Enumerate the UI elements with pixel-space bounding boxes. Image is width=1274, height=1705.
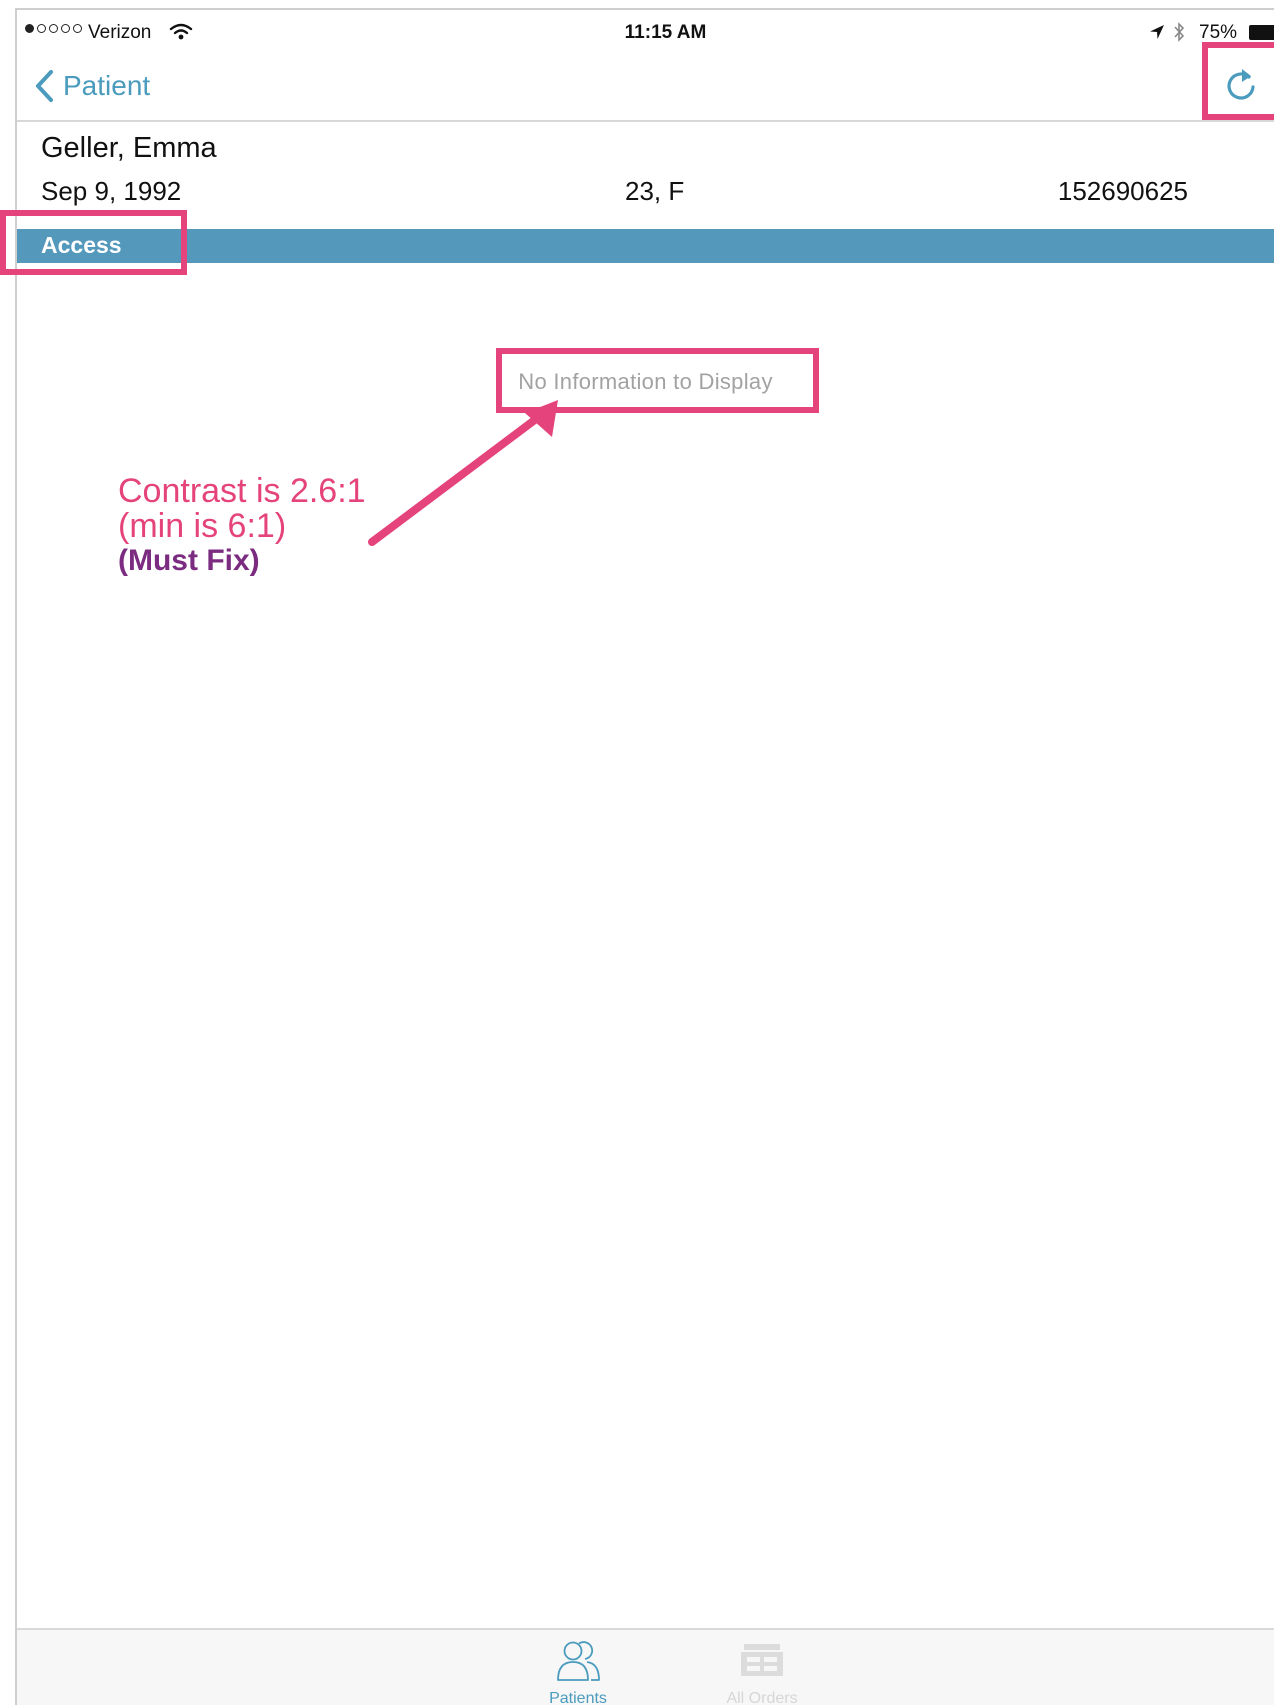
battery-icon (1249, 25, 1274, 40)
location-arrow-icon (1150, 25, 1164, 39)
patient-info-row: Sep 9, 1992 23, F 152690625 (17, 176, 1274, 212)
navigation-bar: Patient (17, 50, 1274, 122)
patient-dob: Sep 9, 1992 (41, 176, 182, 206)
patient-mrn: 152690625 (1057, 176, 1188, 206)
section-header-bar: Access (17, 229, 1274, 263)
orders-icon (741, 1644, 783, 1676)
tab-bar: Patients All Orders (17, 1628, 1274, 1705)
tab-all-orders-label: All Orders (726, 1690, 798, 1705)
ipad-screen: Verizon 11:15 AM 75% Patient Geller, Emm… (15, 8, 1274, 1705)
annotation-empty-message-highlight (496, 348, 819, 413)
annotation-line-minimum: (min is 6:1) (118, 507, 287, 545)
patient-name: Geller, Emma (41, 132, 217, 164)
annotation-line-contrast: Contrast is 2.6:1 (118, 472, 366, 510)
annotation-note: Contrast is 2.6:1 (min is 6:1) (Must Fix… (118, 474, 418, 578)
bluetooth-icon (1174, 22, 1185, 42)
tab-patients[interactable]: Patients (513, 1638, 643, 1705)
battery-percent: 75% (1199, 22, 1238, 43)
back-button-label: Patient (63, 70, 151, 101)
chevron-left-icon (36, 70, 53, 102)
annotation-section-highlight (0, 210, 187, 275)
annotation-line-must-fix: (Must Fix) (118, 544, 260, 577)
status-bar: Verizon 11:15 AM 75% (17, 10, 1274, 50)
status-time: 11:15 AM (624, 22, 707, 43)
patients-icon (557, 1641, 600, 1681)
annotation-refresh-highlight (1202, 42, 1274, 120)
tab-patients-label: Patients (549, 1690, 607, 1705)
patient-age-sex: 23, F (625, 176, 685, 206)
back-button[interactable]: Patient (33, 66, 150, 106)
tab-all-orders[interactable]: All Orders (697, 1638, 827, 1705)
